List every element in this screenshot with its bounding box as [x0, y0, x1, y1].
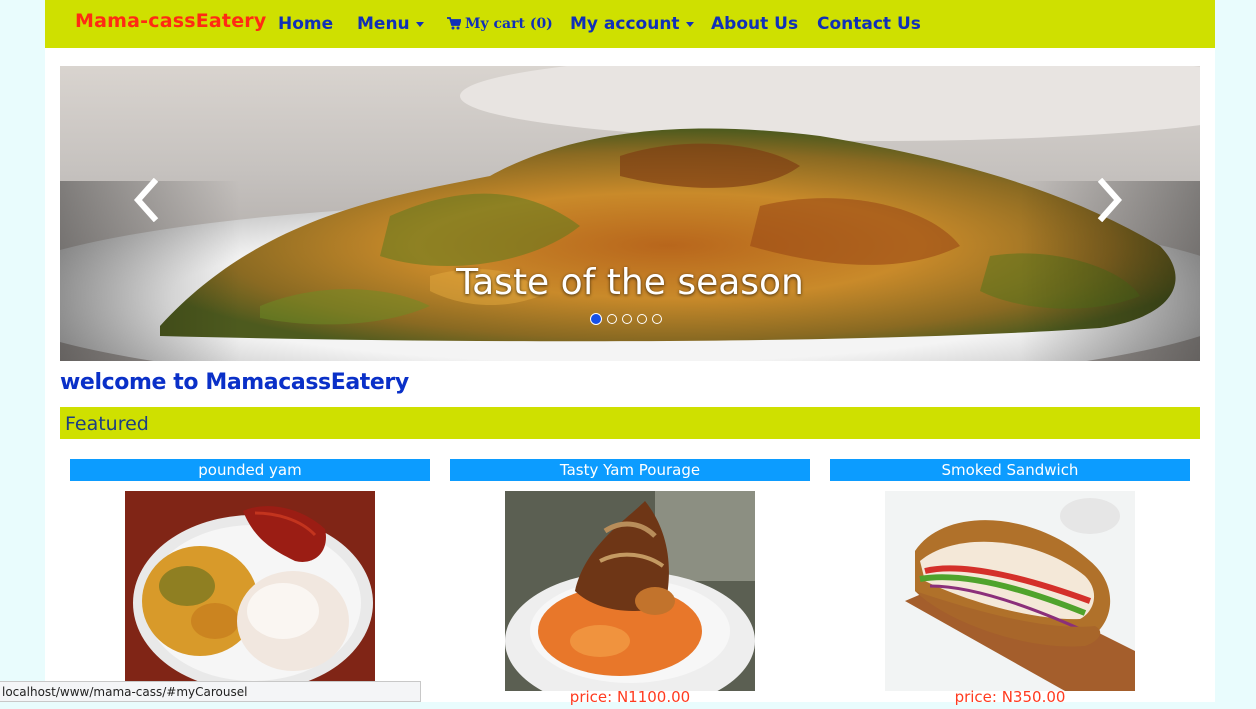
chevron-left-icon — [133, 177, 159, 223]
nav-account-dropdown[interactable]: My account — [570, 14, 694, 34]
carousel-prev-button[interactable] — [130, 177, 160, 227]
nav-contact-label: Contact Us — [817, 14, 921, 34]
featured-heading: Featured — [65, 413, 149, 435]
product-card: Tasty Yam Pourage price: N1100.00 — [450, 459, 810, 709]
featured-section-header: Featured — [60, 407, 1200, 439]
chevron-right-icon — [1097, 177, 1123, 223]
product-image[interactable] — [885, 491, 1135, 691]
carousel-indicator[interactable] — [622, 314, 632, 324]
carousel-indicator[interactable] — [652, 314, 662, 324]
nav-cart-link[interactable]: My cart (0) — [447, 16, 553, 34]
nav-about-label: About Us — [711, 14, 799, 34]
product-card: pounded yam — [70, 459, 430, 709]
carousel-indicator[interactable] — [590, 313, 602, 325]
carousel-indicator[interactable] — [607, 314, 617, 324]
carousel-next-button[interactable] — [1096, 177, 1126, 227]
welcome-heading: welcome to MamacassEatery — [60, 370, 409, 395]
browser-status-bar: localhost/www/mama-cass/#myCarousel — [0, 681, 421, 702]
hero-carousel: Taste of the season — [60, 66, 1200, 361]
product-price: price: N350.00 — [954, 688, 1066, 706]
product-image[interactable] — [125, 491, 375, 681]
nav-account-label: My account — [570, 14, 680, 34]
navbar: Mama-cassEatery Home Menu My cart (0) My… — [45, 0, 1215, 48]
shopping-cart-icon — [447, 17, 462, 34]
nav-contact-link[interactable]: Contact Us — [817, 14, 921, 34]
product-card: Smoked Sandwich price: N350.00 — [830, 459, 1190, 709]
nav-home-label: Home — [278, 14, 334, 34]
carousel-indicator[interactable] — [637, 314, 647, 324]
product-image[interactable] — [505, 491, 755, 691]
page-container: Mama-cassEatery Home Menu My cart (0) My… — [45, 0, 1215, 706]
chevron-down-icon — [685, 21, 694, 27]
nav-home-link[interactable]: Home — [278, 14, 333, 34]
carousel-caption: Taste of the season — [456, 262, 804, 303]
product-title[interactable]: Tasty Yam Pourage — [450, 459, 810, 481]
product-price: price: N1100.00 — [569, 688, 691, 706]
carousel-indicators — [590, 313, 662, 326]
brand-logo-link[interactable]: Mama-cassEatery — [75, 10, 266, 32]
product-title[interactable]: pounded yam — [70, 459, 430, 481]
nav-cart-label: My cart (0) — [465, 16, 553, 32]
product-title[interactable]: Smoked Sandwich — [830, 459, 1190, 481]
nav-menu-dropdown[interactable]: Menu — [357, 14, 424, 34]
nav-menu-label: Menu — [357, 14, 410, 34]
nav-about-link[interactable]: About Us — [711, 14, 798, 34]
chevron-down-icon — [415, 21, 424, 27]
